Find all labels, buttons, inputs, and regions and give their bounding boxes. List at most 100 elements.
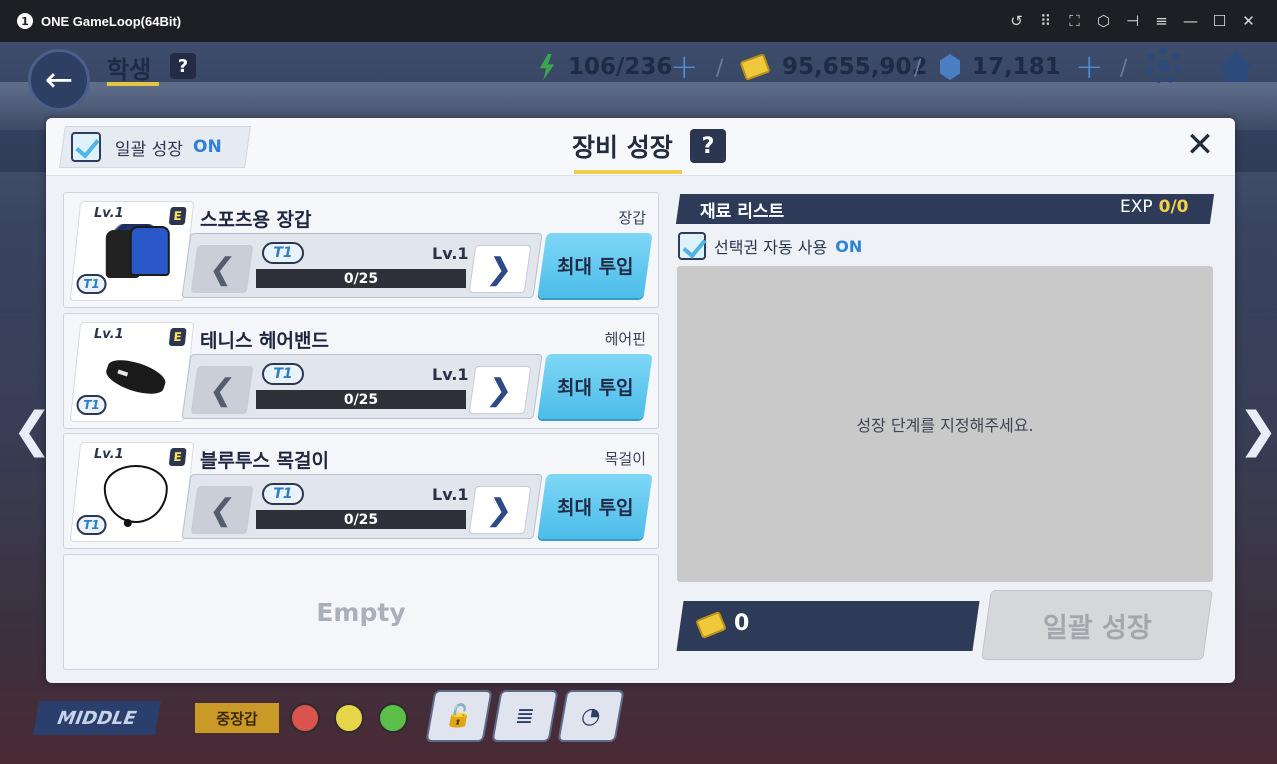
material-exp: EXP 0/0 <box>1120 197 1189 217</box>
profile-button[interactable]: ≣ <box>491 690 559 742</box>
equipment-name: 스포츠용 장갑 <box>200 209 312 231</box>
equipment-thumbnail[interactable]: Lv.1 E T1 <box>69 322 195 422</box>
bulk-growth-state: ON <box>192 137 222 157</box>
menu-icon[interactable]: ≡ <box>1147 12 1176 30</box>
max-input-button[interactable]: 최대 투입 <box>537 474 653 539</box>
modal-header: 일괄 성장 ON 장비 성장 ? ✕ <box>46 118 1235 176</box>
cost-value: 0 <box>734 611 750 636</box>
gem-counter: 17,181 <box>940 50 1061 84</box>
auto-use-ticket-toggle[interactable]: 선택권 자동 사용 ON <box>678 232 862 260</box>
level-down-button[interactable]: ❮ <box>190 366 254 414</box>
level-down-button[interactable]: ❮ <box>190 245 254 293</box>
tier-badge: T1 <box>76 515 107 535</box>
minimize-icon[interactable]: — <box>1176 12 1205 30</box>
keyboard-icon[interactable]: ⠿ <box>1031 12 1060 30</box>
help-button[interactable]: ? <box>170 53 196 79</box>
material-list-title: 재료 리스트 <box>700 202 785 222</box>
neutral-face-icon[interactable] <box>334 703 364 733</box>
equipment-row: Lv.1 E T1 블루투스 목걸이 목걸이 ❮ T1 Lv.1 0/25 ❯ … <box>63 433 659 549</box>
lock-toggle-button[interactable]: 🔓 <box>425 690 493 742</box>
back-button[interactable]: ← <box>28 49 90 111</box>
bulk-growth-label: 일괄 성장 <box>115 139 183 160</box>
necklace-icon <box>103 465 168 523</box>
cube-icon[interactable]: ⬡ <box>1089 12 1118 30</box>
divider: / <box>716 56 724 81</box>
voice-button[interactable]: ◔ <box>557 690 625 742</box>
level-up-button[interactable]: ❯ <box>468 245 532 293</box>
equipment-type: 헤어핀 <box>604 330 646 348</box>
bulk-growth-button[interactable]: 일괄 성장 <box>981 590 1213 660</box>
modal-title: 장비 성장 <box>572 133 673 162</box>
happy-face-icon[interactable] <box>378 703 408 733</box>
exp-bar: 0/25 <box>256 269 466 288</box>
next-student-arrow-icon[interactable]: ❯ <box>1238 402 1277 458</box>
tier-badge: T1 <box>76 395 107 415</box>
undo-icon[interactable]: ↺ <box>1002 12 1031 30</box>
glove-icon <box>103 224 168 282</box>
level-up-button[interactable]: ❯ <box>468 366 532 414</box>
material-placeholder: 성장 단계를 지정해주세요. <box>856 416 1034 435</box>
add-gem-button[interactable]: + <box>1075 50 1104 84</box>
equipment-growth-modal: 일괄 성장 ON 장비 성장 ? ✕ Lv.1 E T1 스포츠용 장갑 장갑 … <box>46 118 1235 683</box>
material-list-area: 성장 단계를 지정해주세요. <box>677 266 1213 582</box>
modal-help-button[interactable]: ? <box>690 129 726 163</box>
max-input-label: 최대 투입 <box>556 497 634 519</box>
bulk-growth-toggle[interactable]: 일괄 성장 ON <box>59 126 251 168</box>
checkbox-checked-icon[interactable] <box>71 132 101 162</box>
target-level: Lv.1 <box>432 485 469 504</box>
exp-value: 0/0 <box>1158 197 1189 217</box>
divider: / <box>1120 56 1128 81</box>
max-input-button[interactable]: 최대 투입 <box>537 354 653 419</box>
app-badge: 1 <box>17 13 33 29</box>
exp-bar: 0/25 <box>256 390 466 409</box>
maximize-icon[interactable]: ☐ <box>1205 12 1234 30</box>
grade-badge: E <box>168 207 187 225</box>
close-modal-button[interactable]: ✕ <box>1182 128 1218 164</box>
equipment-row: Lv.1 E T1 테니스 헤어밴드 헤어핀 ❮ T1 Lv.1 0/25 ❯ … <box>63 313 659 429</box>
gold-counter: 95,655,902 <box>739 50 928 84</box>
settings-gear-icon[interactable] <box>1146 48 1182 84</box>
equipment-thumbnail[interactable]: Lv.1 E T1 <box>69 201 195 301</box>
target-level: Lv.1 <box>432 365 469 384</box>
checkbox-checked-icon[interactable] <box>678 232 706 260</box>
max-input-button[interactable]: 최대 투입 <box>537 233 653 298</box>
title-underline <box>574 170 682 174</box>
equipment-thumbnail[interactable]: Lv.1 E T1 <box>69 442 195 542</box>
stamina-counter: 106/236 <box>538 50 672 84</box>
lock-icon: 🔓 <box>443 703 475 729</box>
page-title: 학생 <box>107 56 152 84</box>
voice-icon: ◔ <box>579 703 603 729</box>
add-stamina-button[interactable]: + <box>670 50 699 84</box>
equipment-row: Lv.1 E T1 스포츠용 장갑 장갑 ❮ T1 Lv.1 0/25 ❯ 최대… <box>63 192 659 308</box>
empty-equipment-slot: Empty <box>63 554 659 670</box>
position-label: MIDDLE <box>56 707 138 729</box>
level-badge: Lv.1 <box>93 447 124 462</box>
level-down-button[interactable]: ❮ <box>190 486 254 534</box>
angry-face-icon[interactable] <box>290 703 320 733</box>
position-badge: MIDDLE <box>33 701 161 735</box>
armor-type-tag: 중장갑 <box>195 703 279 733</box>
max-input-label: 최대 투입 <box>556 377 634 399</box>
equipment-type: 장갑 <box>618 209 646 227</box>
level-badge: Lv.1 <box>93 327 124 342</box>
headband-icon <box>104 345 168 403</box>
close-icon[interactable]: ✕ <box>1234 12 1263 30</box>
equipment-name: 테니스 헤어밴드 <box>200 330 329 352</box>
fullscreen-icon[interactable]: ⛶ <box>1060 12 1089 30</box>
window-titlebar: 1 ONE GameLoop(64Bit) ↺ ⠿ ⛶ ⬡ ⊣ ≡ — ☐ ✕ <box>0 0 1277 42</box>
gem-icon <box>940 54 960 80</box>
home-icon[interactable] <box>1218 50 1254 82</box>
equipment-name: 블루투스 목걸이 <box>200 450 329 472</box>
auto-use-label: 선택권 자동 사용 <box>714 238 828 257</box>
title-underline <box>107 82 159 86</box>
pin-icon[interactable]: ⊣ <box>1118 12 1147 30</box>
gold-ticket-icon <box>739 53 771 81</box>
level-up-button[interactable]: ❯ <box>468 486 532 534</box>
target-level: Lv.1 <box>432 244 469 263</box>
divider: / <box>914 56 922 81</box>
window-title: ONE GameLoop(64Bit) <box>41 13 182 29</box>
tier-pill: T1 <box>262 363 304 385</box>
gem-value: 17,181 <box>972 54 1061 80</box>
bulk-growth-button-label: 일괄 성장 <box>1042 612 1152 644</box>
exp-bar: 0/25 <box>256 510 466 529</box>
